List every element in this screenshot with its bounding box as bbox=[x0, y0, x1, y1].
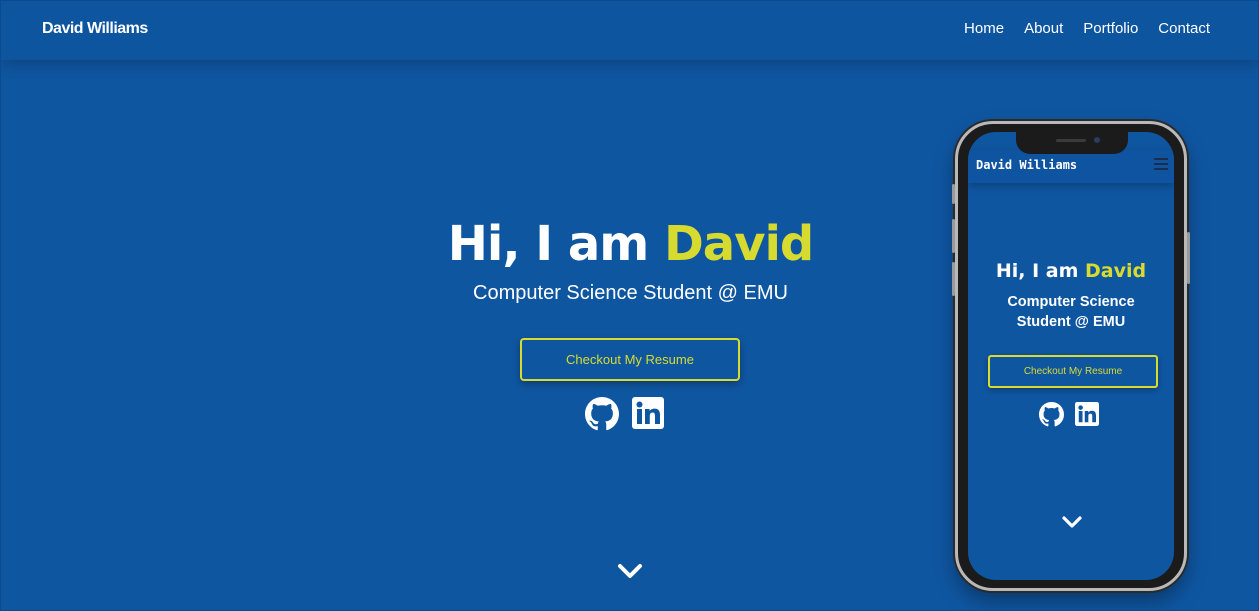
github-link[interactable] bbox=[585, 397, 619, 436]
brand-link[interactable]: David Williams bbox=[42, 20, 148, 38]
resume-button[interactable]: Checkout My Resume bbox=[520, 338, 740, 381]
hero-title-name: David bbox=[663, 216, 814, 272]
phone-power-button bbox=[1187, 232, 1190, 284]
chevron-down-icon bbox=[618, 564, 642, 578]
portfolio-page: David Williams Home About Portfolio Cont… bbox=[0, 0, 1259, 611]
mobile-resume-button: Checkout My Resume bbox=[988, 355, 1158, 388]
hamburger-menu-icon bbox=[1154, 158, 1168, 170]
nav-link-about[interactable]: About bbox=[1024, 20, 1063, 37]
phone-volume-up bbox=[952, 219, 955, 253]
nav-link-contact[interactable]: Contact bbox=[1158, 20, 1210, 37]
phone-side-button bbox=[952, 184, 955, 204]
linkedin-icon bbox=[632, 397, 664, 429]
scroll-down-button[interactable] bbox=[616, 561, 644, 586]
github-icon bbox=[585, 397, 619, 431]
top-navbar: David Williams Home About Portfolio Cont… bbox=[1, 1, 1258, 60]
nav-link-home[interactable]: Home bbox=[964, 20, 1004, 37]
mobile-title-name: David bbox=[1085, 260, 1147, 282]
phone-screen: David Williams Hi, I am David Computer S… bbox=[968, 132, 1174, 580]
mobile-brand: David Williams bbox=[976, 158, 1078, 172]
mobile-linkedin-icon bbox=[1075, 402, 1099, 426]
mobile-hero-title: Hi, I am David bbox=[968, 260, 1174, 282]
nav-links: Home About Portfolio Contact bbox=[964, 20, 1210, 37]
mobile-github-icon bbox=[1039, 402, 1064, 427]
mobile-title-prefix: Hi, I am bbox=[995, 260, 1086, 282]
phone-volume-down bbox=[952, 262, 955, 296]
phone-speaker bbox=[1056, 139, 1086, 142]
mobile-hero-subtitle: Computer Science Student @ EMU bbox=[1007, 294, 1135, 330]
nav-link-portfolio[interactable]: Portfolio bbox=[1083, 20, 1138, 37]
phone-mockup: David Williams Hi, I am David Computer S… bbox=[952, 121, 1190, 591]
mobile-navbar: David Williams bbox=[968, 150, 1174, 183]
phone-notch bbox=[1016, 132, 1128, 154]
hero-title-prefix: Hi, I am bbox=[447, 216, 664, 272]
mobile-chevron-down-icon bbox=[1062, 516, 1082, 528]
linkedin-link[interactable] bbox=[632, 397, 664, 434]
phone-camera bbox=[1094, 137, 1100, 143]
